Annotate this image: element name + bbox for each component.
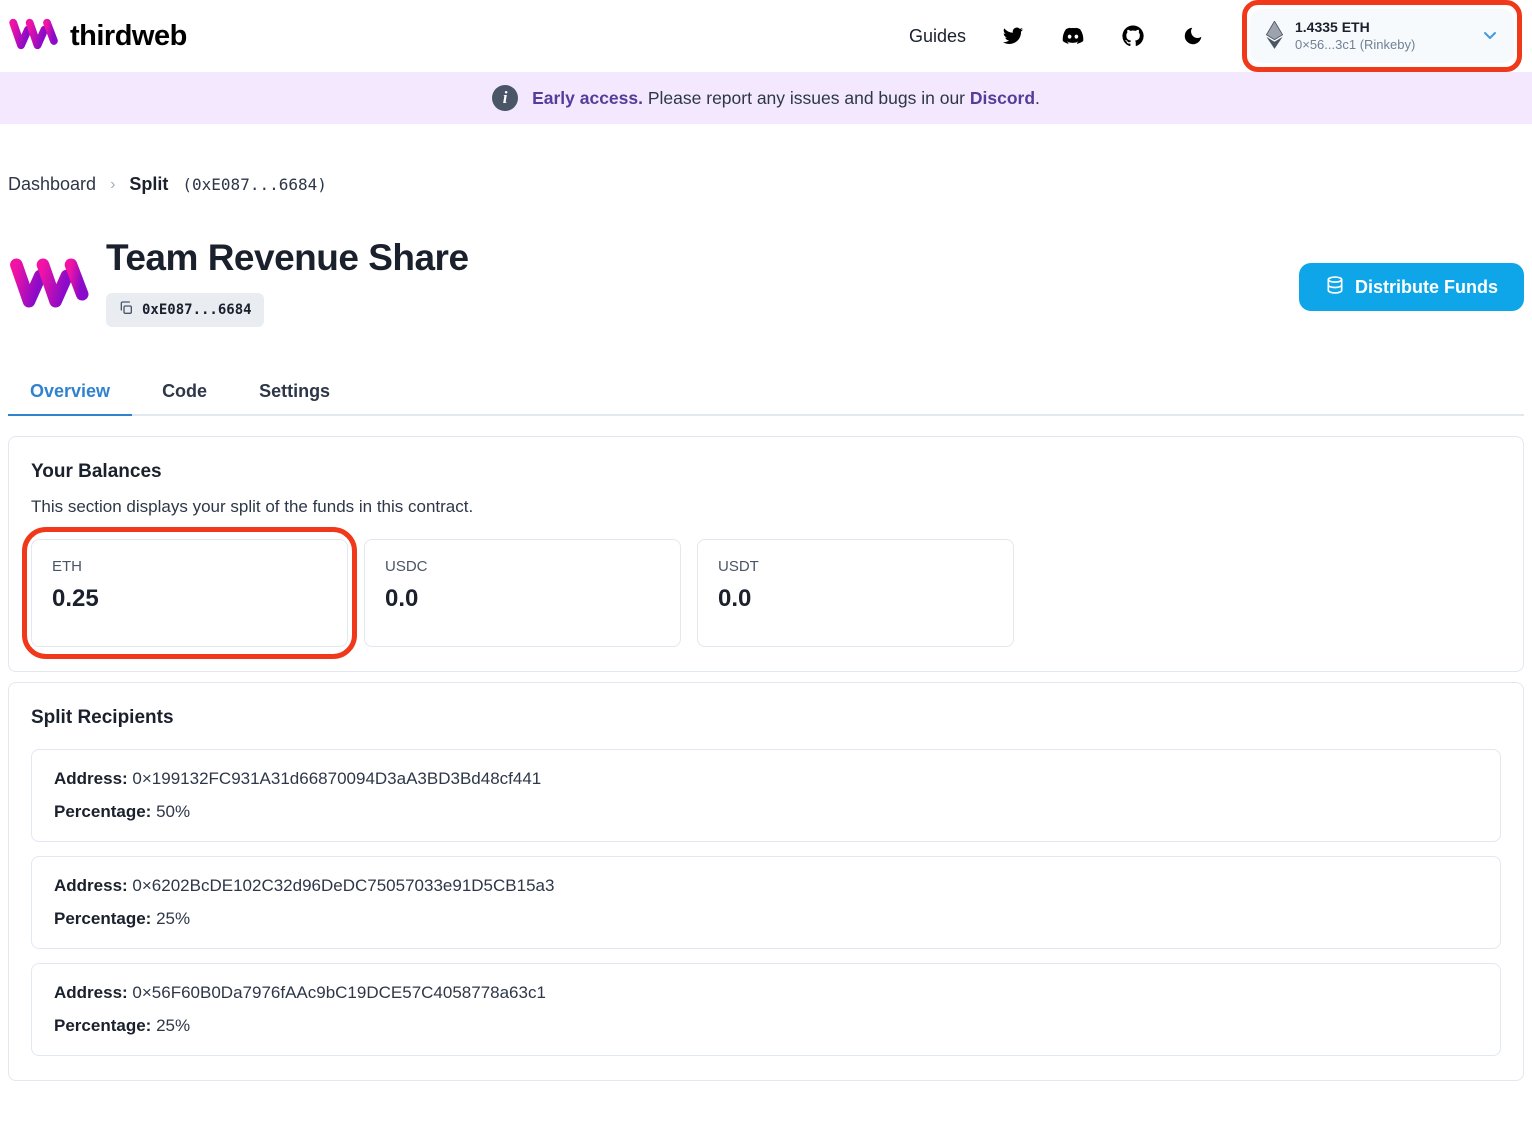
recipient-row: Address: 0×199132FC931A31d66870094D3aA3B…	[31, 749, 1501, 842]
breadcrumb-contract-address: (0xE087...6684)	[182, 175, 327, 194]
recipient-row: Address: 0×6202BcDE102C32d96DeDC75057033…	[31, 856, 1501, 949]
guides-link[interactable]: Guides	[909, 26, 966, 47]
balance-currency-label: ETH	[52, 558, 82, 575]
contract-title-block: Team Revenue Share 0xE087...6684	[106, 237, 469, 327]
recipient-percentage: Percentage: 25%	[54, 1016, 191, 1035]
tab-bar: Overview Code Settings	[8, 373, 1524, 416]
balances-description: This section displays your split of the …	[31, 497, 474, 516]
recipient-percentage: Percentage: 50%	[54, 802, 191, 821]
usdt-balance-wrap: USDT 0.0	[697, 539, 1014, 647]
thirdweb-logo-icon	[8, 17, 60, 56]
recipient-percentage: Percentage: 25%	[54, 909, 191, 928]
balances-title: Your Balances	[31, 461, 162, 482]
eth-balance-wrap: ETH 0.25	[22, 527, 357, 659]
your-balances-card: Your Balances This section displays your…	[8, 436, 1524, 672]
contract-logo-icon	[8, 251, 92, 315]
recipient-address: Address: 0×56F60B0Da7976fAAc9bC19DCE57C4…	[54, 983, 546, 1002]
breadcrumb-chevron-icon: ›	[110, 175, 116, 193]
eth-balance-card: ETH 0.25	[31, 539, 348, 647]
page: thirdweb Guides 1.4335 ETH 0×56...3c1 (R…	[0, 0, 1532, 1139]
early-access-banner: i Early access. Please report any issues…	[0, 72, 1532, 124]
main-content: Dashboard › Split (0xE087...6684) Team R…	[0, 174, 1532, 1081]
breadcrumb: Dashboard › Split (0xE087...6684)	[8, 174, 1524, 195]
recipient-address: Address: 0×6202BcDE102C32d96DeDC75057033…	[54, 876, 555, 895]
wallet-info: 1.4335 ETH 0×56...3c1 (Rinkeby)	[1295, 18, 1415, 53]
banner-bold: Early access.	[532, 87, 643, 108]
tab-code[interactable]: Code	[140, 373, 229, 416]
thirdweb-home-link[interactable]: thirdweb	[8, 17, 187, 56]
discord-link[interactable]: Discord	[970, 88, 1035, 108]
usdc-balance-wrap: USDC 0.0	[364, 539, 681, 647]
usdt-balance-card: USDT 0.0	[697, 539, 1014, 647]
recipient-row: Address: 0×56F60B0Da7976fAAc9bC19DCE57C4…	[31, 963, 1501, 1056]
balance-currency-label: USDT	[718, 558, 759, 575]
balance-currency-label: USDC	[385, 558, 428, 575]
copy-icon	[118, 300, 134, 320]
wallet-address: 0×56...3c1 (Rinkeby)	[1295, 36, 1416, 52]
usdc-balance-card: USDC 0.0	[364, 539, 681, 647]
navbar-actions: Guides 1.4335 ETH 0×56...3c1 (Rinkeby)	[909, 0, 1522, 72]
recipients-title: Split Recipients	[31, 707, 174, 728]
tab-settings[interactable]: Settings	[237, 373, 352, 416]
contract-header: Team Revenue Share 0xE087...6684 Distrib…	[8, 237, 1524, 327]
dark-mode-moon-icon[interactable]	[1180, 23, 1206, 49]
breadcrumb-dashboard-link[interactable]: Dashboard	[8, 174, 96, 195]
chevron-down-icon	[1482, 27, 1498, 46]
info-icon: i	[492, 85, 519, 111]
balances-row: ETH 0.25 USDC 0.0 USDT 0.0	[22, 527, 1501, 659]
wallet-button[interactable]: 1.4335 ETH 0×56...3c1 (Rinkeby)	[1250, 9, 1514, 63]
discord-icon[interactable]	[1060, 23, 1086, 49]
split-recipients-card: Split Recipients Address: 0×199132FC931A…	[8, 682, 1524, 1081]
contract-address-badge[interactable]: 0xE087...6684	[106, 293, 264, 327]
balance-value: 0.25	[52, 585, 99, 612]
wallet-widget: 1.4335 ETH 0×56...3c1 (Rinkeby)	[1242, 0, 1522, 72]
balance-value: 0.0	[718, 585, 752, 612]
banner-text: Early access. Please report any issues a…	[532, 87, 1040, 108]
breadcrumb-current: Split	[129, 174, 169, 194]
coins-icon	[1325, 275, 1345, 300]
tab-overview[interactable]: Overview	[8, 373, 133, 416]
recipient-address: Address: 0×199132FC931A31d66870094D3aA3B…	[54, 769, 542, 788]
distribute-funds-button[interactable]: Distribute Funds	[1299, 263, 1524, 311]
top-navbar: thirdweb Guides 1.4335 ETH 0×56...3c1 (R…	[0, 0, 1532, 72]
brand-name: thirdweb	[70, 19, 187, 52]
github-icon[interactable]	[1120, 23, 1146, 49]
balance-value: 0.0	[385, 585, 419, 612]
wallet-balance: 1.4335 ETH	[1295, 19, 1370, 36]
twitter-icon[interactable]	[1000, 23, 1026, 49]
page-title: Team Revenue Share	[106, 237, 469, 278]
ethereum-icon	[1265, 19, 1284, 52]
